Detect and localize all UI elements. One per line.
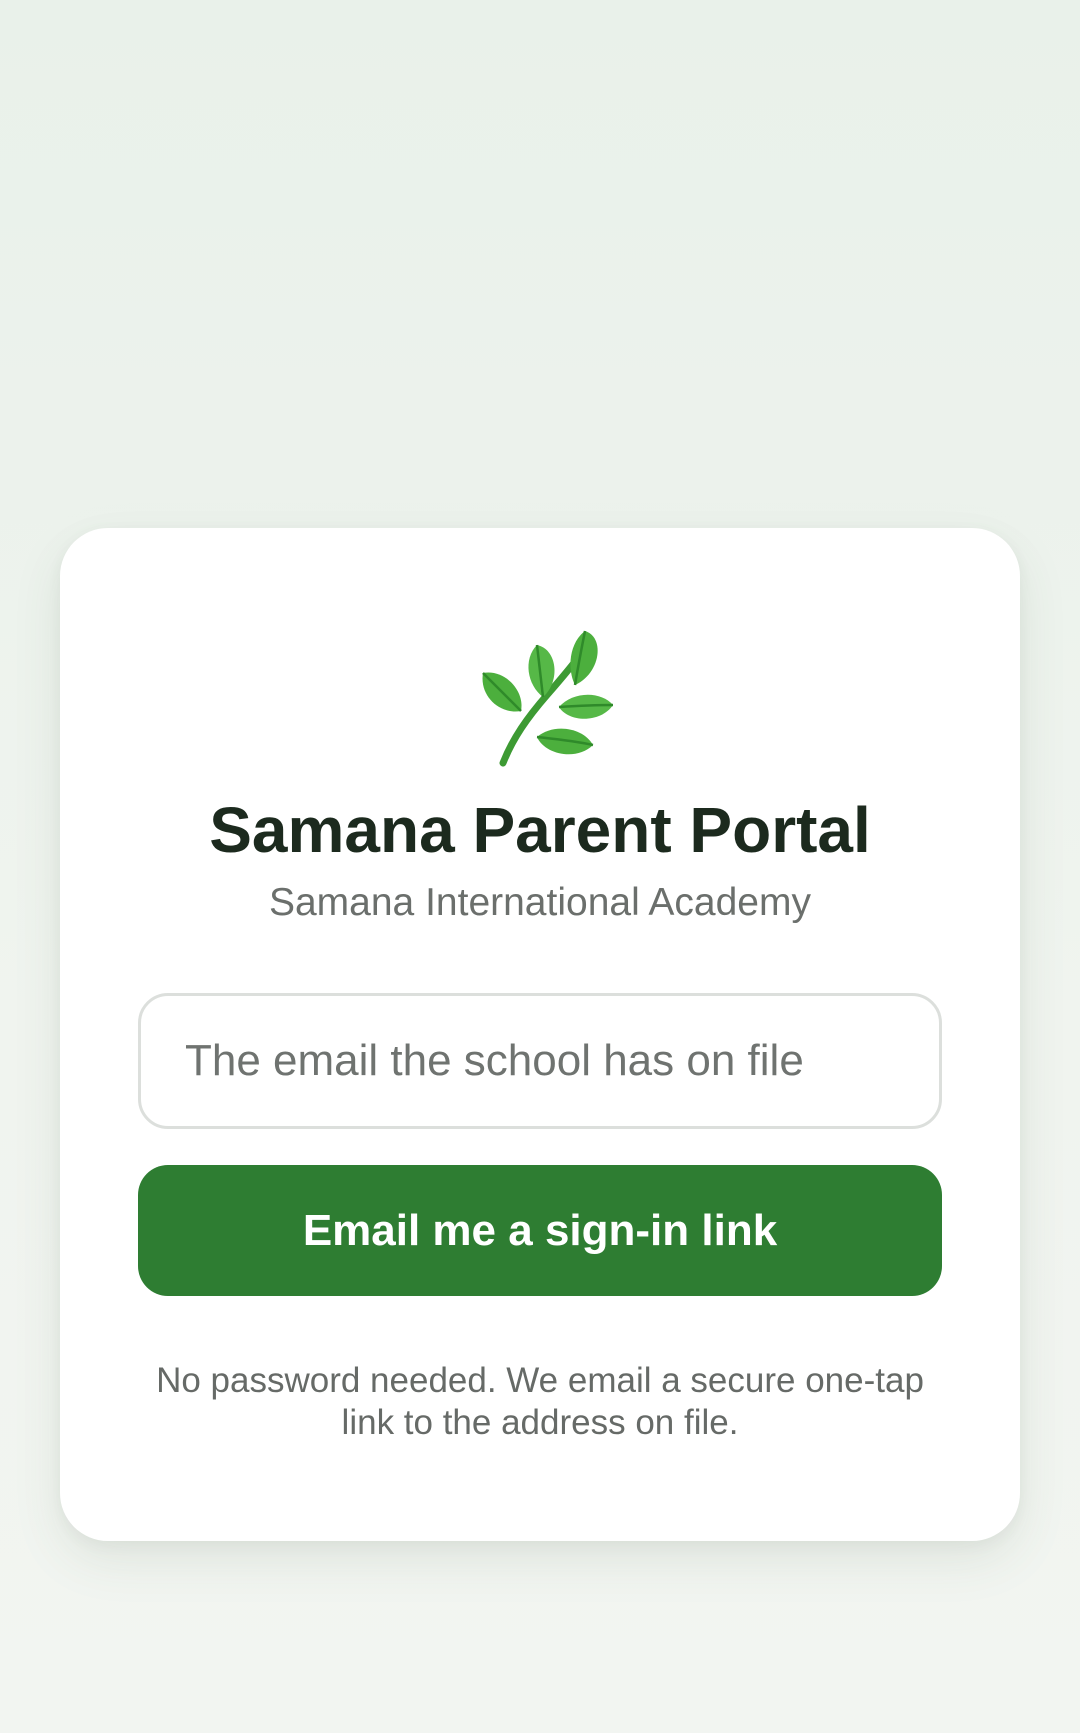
herb-leaf-icon	[465, 623, 615, 773]
school-name-subtitle: Samana International Academy	[268, 881, 811, 924]
page-title: Samana Parent Portal	[209, 794, 871, 866]
login-card: Samana Parent Portal Samana Internationa…	[60, 528, 1020, 1541]
passwordless-hint: No password needed. We email a secure on…	[120, 1360, 960, 1444]
send-sign-in-link-button[interactable]: Email me a sign-in link	[138, 1165, 942, 1296]
hint-line-2: link to the address on file.	[341, 1403, 739, 1442]
email-field[interactable]	[138, 993, 942, 1129]
hint-line-1: No password needed. We email a secure on…	[156, 1361, 924, 1400]
